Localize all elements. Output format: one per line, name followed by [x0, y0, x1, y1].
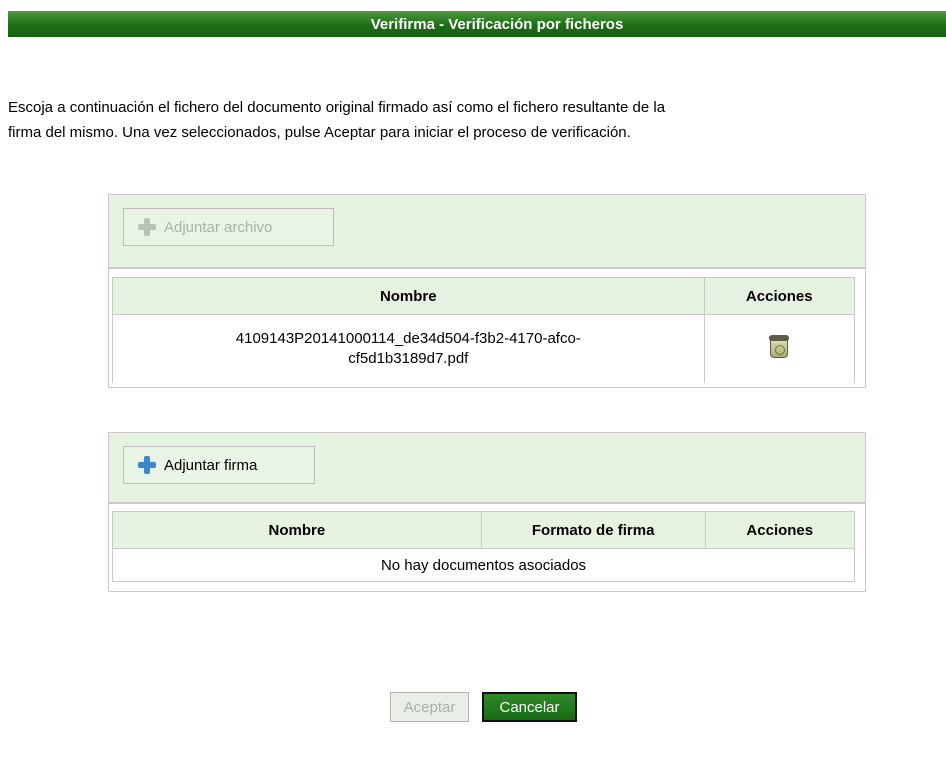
actions-cell [703, 314, 856, 383]
aceptar-button[interactable]: Aceptar [390, 692, 469, 722]
column-header-nombre: Nombre [112, 277, 705, 315]
file-name-cell: 4109143P20141000114_de34d504-f3b2-4170-a… [112, 314, 705, 383]
column-header-formato-de-firma: Formato de firma [480, 511, 706, 549]
instructions-line-1: Escoja a continuación el fichero del doc… [8, 99, 666, 116]
column-header-acciones: Acciones [703, 277, 856, 315]
cancelar-button[interactable]: Cancelar [482, 692, 577, 722]
plus-icon [138, 218, 156, 236]
empty-message: No hay documentos asociados [112, 548, 855, 582]
window-title-bar: Verifirma - Verificación por ficheros [8, 11, 946, 37]
trash-icon[interactable] [768, 335, 790, 359]
table-row: No hay documentos asociados [112, 548, 855, 582]
instructions-line-2: firma del mismo. Una vez seleccionados, … [8, 124, 631, 141]
archivo-panel: Adjuntar archivo Nombre Acciones 4109143… [108, 194, 866, 388]
column-header-acciones: Acciones [704, 511, 856, 549]
adjuntar-archivo-label: Adjuntar archivo [164, 218, 273, 236]
file-name-line-1: 4109143P20141000114_de34d504-f3b2-4170-a… [235, 330, 581, 347]
adjuntar-archivo-button[interactable]: Adjuntar archivo [123, 208, 334, 246]
table-row: 4109143P20141000114_de34d504-f3b2-4170-a… [112, 314, 856, 383]
firma-table: Nombre Formato de firma Acciones No hay … [112, 511, 856, 582]
firma-toolbar: Adjuntar firma [109, 433, 865, 504]
window-title: Verifirma - Verificación por ficheros [370, 15, 624, 33]
adjuntar-firma-label: Adjuntar firma [164, 456, 258, 474]
archivo-toolbar: Adjuntar archivo [109, 195, 865, 269]
adjuntar-firma-button[interactable]: Adjuntar firma [123, 446, 315, 484]
firma-panel: Adjuntar firma Nombre Formato de firma A… [108, 432, 866, 592]
instructions-text: Escoja a continuación el fichero del doc… [8, 95, 946, 145]
column-header-nombre: Nombre [112, 511, 482, 549]
archivo-table: Nombre Acciones 4109143P20141000114_de34… [112, 277, 856, 383]
file-name-line-2: cf5d1b3189d7.pdf [348, 350, 469, 367]
plus-icon [138, 456, 156, 474]
